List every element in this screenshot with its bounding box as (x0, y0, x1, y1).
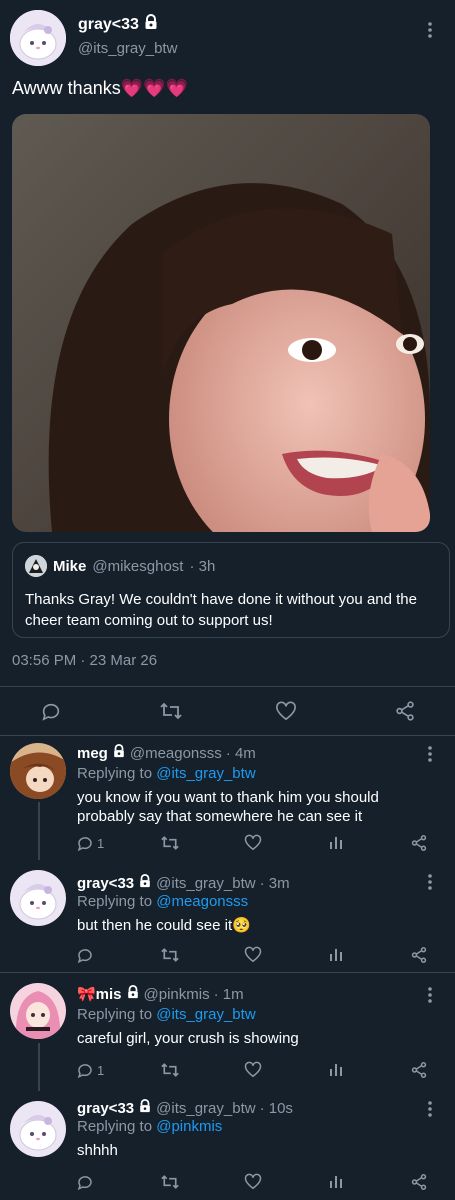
replying-to-link[interactable]: @its_gray_btw (156, 765, 255, 782)
more-icon[interactable] (420, 742, 440, 766)
retweet-icon[interactable] (160, 946, 180, 964)
tweet-photo[interactable] (12, 114, 430, 532)
reply-text: careful girl, your crush is showing (77, 1030, 299, 1047)
replying-to: Replying to @pinkmis (77, 1118, 222, 1135)
quoted-name: Mike (53, 557, 87, 575)
divider (0, 686, 455, 687)
quoted-text: Thanks Gray! We couldn't have done it wi… (25, 591, 417, 629)
reply-header: gray<33 @its_gray_btw · 10s (77, 1099, 293, 1117)
quoted-tweet[interactable]: Mike @mikesghost · 3h Thanks Gray! We co… (12, 542, 450, 638)
reply-count: 1 (97, 835, 105, 851)
replying-label: Replying to (77, 765, 153, 782)
reply-header: meg @meagonsss · 4m (77, 744, 256, 762)
tweet-actions (0, 690, 455, 732)
share-icon[interactable] (410, 1061, 428, 1079)
reply-count: 1 (97, 1062, 105, 1078)
analytics-icon[interactable] (328, 1061, 344, 1077)
replying-label: Replying to (77, 1118, 153, 1135)
lock-icon (143, 14, 159, 35)
reply-name[interactable]: gray<33 (77, 875, 134, 892)
reply-text: you know if you want to thank him you sh… (77, 789, 379, 825)
replying-label: Replying to (77, 1006, 153, 1023)
replying-to-link[interactable]: @meagonsss (156, 893, 248, 910)
reply-name[interactable]: gray<33 (77, 1100, 134, 1117)
reply-time: · 3m (259, 874, 290, 892)
reply-icon[interactable] (76, 1173, 97, 1191)
reply-tweet[interactable]: gray<33 @its_gray_btw · 10s Replying to … (0, 1091, 455, 1200)
avatar-gray[interactable] (10, 870, 66, 926)
replying-to-link[interactable]: @its_gray_btw (156, 1006, 255, 1023)
lock-icon (112, 744, 126, 762)
replying-to: Replying to @its_gray_btw (77, 1006, 256, 1023)
reply-handle[interactable]: @its_gray_btw (156, 875, 255, 892)
reply-icon[interactable]: 1 (76, 1061, 104, 1079)
analytics-icon[interactable] (328, 946, 344, 962)
quoted-header: Mike @mikesghost · 3h (25, 555, 215, 577)
lock-icon (138, 874, 152, 892)
author-handle[interactable]: @its_gray_btw (78, 40, 177, 57)
reply-header: gray<33 @its_gray_btw · 3m (77, 874, 290, 892)
avatar-gray[interactable] (10, 10, 66, 66)
replying-label: Replying to (77, 893, 153, 910)
more-icon[interactable] (420, 870, 440, 894)
author-name[interactable]: gray<33 (78, 14, 159, 35)
like-icon[interactable] (273, 698, 299, 724)
quoted-handle: @mikesghost (92, 557, 184, 575)
reply-handle[interactable]: @pinkmis (144, 986, 210, 1003)
thread-line (38, 1043, 40, 1091)
reply-handle[interactable]: @its_gray_btw (156, 1100, 255, 1117)
like-icon[interactable] (244, 1173, 262, 1190)
more-icon[interactable] (420, 983, 440, 1007)
share-icon[interactable] (392, 698, 418, 724)
reply-icon[interactable]: 1 (76, 834, 104, 852)
share-icon[interactable] (410, 834, 428, 852)
lock-icon (138, 1099, 152, 1117)
thread-line (38, 802, 40, 860)
reply-time: · 1m (213, 985, 244, 1003)
like-icon[interactable] (244, 1061, 262, 1078)
share-icon[interactable] (410, 1173, 428, 1191)
more-icon[interactable] (420, 18, 440, 42)
reply-actions (68, 1171, 443, 1197)
share-icon[interactable] (410, 946, 428, 964)
quoted-time: · 3h (189, 557, 216, 575)
replying-to-link[interactable]: @pinkmis (156, 1118, 222, 1135)
reply-time: · 4m (225, 744, 256, 762)
like-icon[interactable] (244, 834, 262, 851)
reply-icon[interactable] (76, 946, 97, 964)
replying-to: Replying to @its_gray_btw (77, 765, 256, 782)
quoted-avatar (25, 555, 47, 577)
retweet-icon[interactable] (160, 1173, 180, 1191)
analytics-icon[interactable] (328, 834, 344, 850)
reply-tweet[interactable]: gray<33 @its_gray_btw · 3m Replying to @… (0, 860, 455, 972)
reply-actions: 1 (68, 1059, 443, 1085)
reply-time: · 10s (259, 1099, 293, 1117)
reply-name[interactable]: meg (77, 745, 108, 762)
reply-actions: 1 (68, 832, 443, 858)
author-display-name: gray<33 (78, 15, 139, 33)
reply-icon[interactable] (38, 698, 64, 724)
avatar-gray[interactable] (10, 1101, 66, 1157)
reply-name[interactable]: 🎀mis (77, 985, 122, 1003)
reply-tweet[interactable]: 🎀mis @pinkmis · 1m Replying to @its_gray… (0, 973, 455, 1091)
reply-header: 🎀mis @pinkmis · 1m (77, 985, 244, 1003)
tweet-timestamp[interactable]: 03:56 PM · 23 Mar 26 (12, 652, 157, 669)
replying-to: Replying to @meagonsss (77, 893, 248, 910)
avatar-meg[interactable] (10, 743, 66, 799)
reply-handle[interactable]: @meagonsss (130, 745, 222, 762)
analytics-icon[interactable] (328, 1173, 344, 1189)
reply-actions (68, 944, 443, 970)
retweet-icon[interactable] (158, 698, 184, 724)
retweet-icon[interactable] (160, 834, 180, 852)
lock-icon (126, 985, 140, 1003)
more-icon[interactable] (420, 1097, 440, 1121)
avatar-mis[interactable] (10, 983, 66, 1039)
retweet-icon[interactable] (160, 1061, 180, 1079)
reply-tweet[interactable]: meg @meagonsss · 4m Replying to @its_gra… (0, 736, 455, 860)
reply-text: but then he could see it🥺 (77, 917, 251, 934)
tweet-text: Awww thanks💗💗💗 (12, 78, 188, 98)
reply-text: shhhh (77, 1142, 118, 1159)
like-icon[interactable] (244, 946, 262, 963)
